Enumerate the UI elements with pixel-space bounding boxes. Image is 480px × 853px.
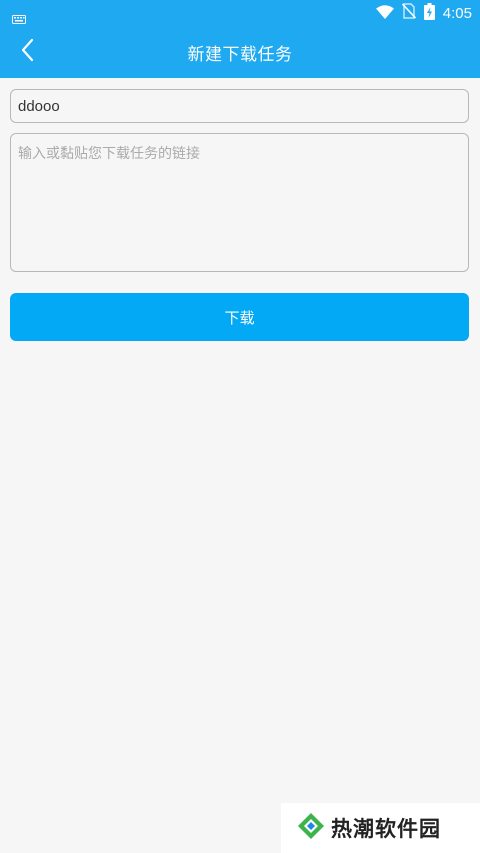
watermark: 热潮软件园 [281, 803, 480, 853]
download-button[interactable]: 下载 [10, 293, 469, 341]
task-name-input[interactable] [10, 89, 469, 123]
status-bar: 4:05 [0, 0, 480, 26]
app-bar: 新建下载任务 [0, 26, 480, 78]
watermark-logo-icon [297, 812, 325, 844]
download-link-textarea[interactable] [10, 133, 469, 272]
screen: 4:05 新建下载任务 下载 热潮软件园 [0, 0, 480, 853]
no-sim-icon [401, 3, 416, 23]
page-title: 新建下载任务 [187, 45, 293, 65]
battery-charging-icon [423, 2, 435, 24]
wifi-icon [375, 4, 394, 23]
watermark-text: 热潮软件园 [331, 817, 441, 841]
status-time: 4:05 [442, 4, 472, 22]
